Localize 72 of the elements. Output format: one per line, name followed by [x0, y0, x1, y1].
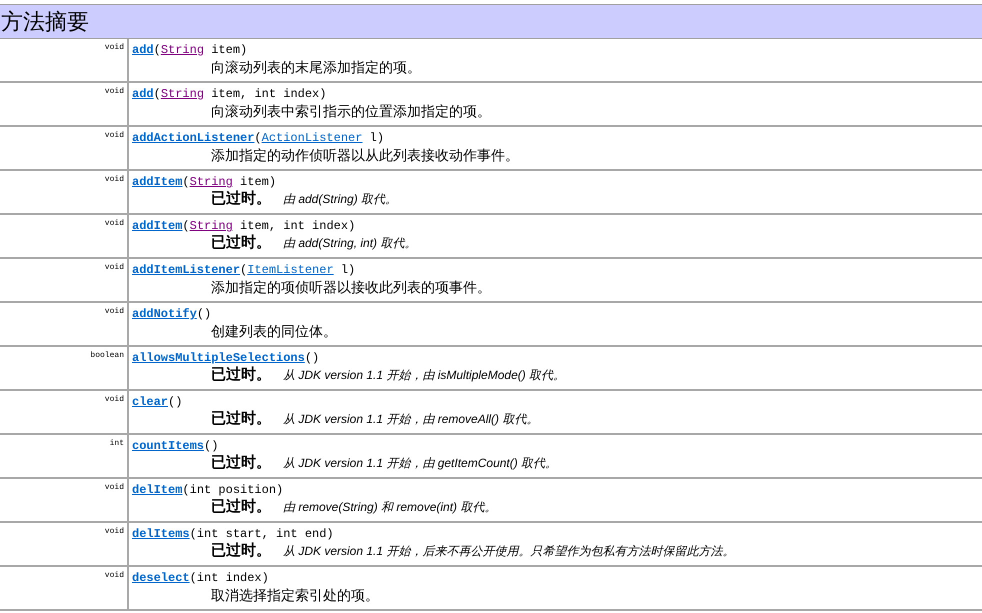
deprecation-note: 由 add(String) 取代。 [283, 191, 398, 208]
parameter-text: l) [340, 262, 356, 278]
return-type: void [104, 527, 124, 538]
return-type: void [104, 483, 124, 494]
deprecated-label: 已过时。 [211, 410, 271, 428]
deprecation-note: 由 add(String, int) 取代。 [283, 235, 416, 252]
return-type: void [104, 175, 124, 186]
return-type: void [104, 219, 124, 230]
parameter-text: ( [254, 130, 262, 146]
parameter-text: item, int index) [210, 86, 326, 102]
deprecation-note: 从 JDK version 1.1 开始，由 removeAll() 取代。 [283, 411, 538, 428]
method-link[interactable]: addItemListener [132, 262, 240, 278]
return-type: void [104, 395, 124, 406]
deprecated-label: 已过时。 [211, 454, 271, 472]
type-link[interactable]: ItemListener [247, 262, 334, 278]
method-link[interactable]: addActionListener [132, 130, 254, 146]
parameter-text: ( [154, 42, 161, 58]
parameter-text: ( [182, 218, 190, 234]
parameter-text: () [196, 306, 212, 322]
section-title: 方法摘要 [0, 8, 89, 36]
method-description: 向滚动列表中索引指示的位置添加指定的项。 [211, 102, 492, 120]
type-link[interactable]: String [160, 42, 204, 58]
method-link[interactable]: clear [132, 394, 168, 410]
parameter-text: ( [240, 262, 248, 278]
return-type: int [110, 439, 124, 450]
method-description: 创建列表的同位体。 [211, 322, 338, 340]
deprecated-label: 已过时。 [211, 234, 271, 252]
parameter-text: () [304, 350, 320, 366]
return-type: void [104, 307, 124, 318]
method-link[interactable]: add [132, 42, 154, 58]
return-type: void [104, 87, 124, 98]
method-link[interactable]: add [132, 86, 154, 102]
method-link[interactable]: delItems [132, 526, 190, 542]
return-type: void [104, 571, 124, 582]
parameter-text: () [204, 438, 218, 454]
type-link[interactable]: String [190, 218, 233, 234]
method-description: 添加指定的动作侦听器以从此列表接收动作事件。 [211, 146, 520, 164]
type-link[interactable]: String [190, 174, 233, 190]
return-type: void [104, 131, 124, 142]
deprecation-note: 从 JDK version 1.1 开始，由 isMultipleMode() 取代。 [283, 367, 566, 384]
parameter-text: (int position) [182, 482, 284, 498]
deprecation-note: 从 JDK version 1.1 开始，后来不再公开使用。只希望作为包私有方法时保留此方法。 [283, 543, 734, 560]
parameter-text: item, int index) [239, 218, 356, 234]
parameter-text: (int start, int end) [190, 526, 334, 542]
deprecation-note: 由 remove(String) 和 remove(int) 取代。 [283, 499, 496, 516]
return-type: void [104, 263, 124, 274]
parameter-text: item) [239, 174, 276, 190]
return-type: void [104, 43, 124, 54]
method-description: 添加指定的项侦听器以接收此列表的项事件。 [211, 278, 492, 296]
type-link[interactable]: String [160, 86, 204, 102]
method-description: 向滚动列表的末尾添加指定的项。 [211, 58, 422, 76]
deprecated-label: 已过时。 [211, 542, 271, 560]
deprecation-note: 从 JDK version 1.1 开始，由 getItemCount() 取代。 [283, 455, 558, 472]
method-link[interactable]: addNotify [132, 306, 197, 322]
method-link[interactable]: addItem [132, 174, 182, 190]
method-link[interactable]: allowsMultipleSelections [132, 350, 305, 366]
return-type: boolean [90, 351, 124, 362]
parameter-text: (int index) [190, 570, 269, 586]
method-link[interactable]: delItem [132, 482, 182, 498]
parameter-text: ( [154, 86, 161, 102]
method-description: 取消选择指定索引处的项。 [211, 586, 380, 604]
deprecated-label: 已过时。 [211, 190, 271, 208]
parameter-text: () [168, 394, 182, 410]
deprecated-label: 已过时。 [211, 498, 271, 516]
type-link[interactable]: ActionListener [262, 130, 362, 146]
parameter-text: ( [182, 174, 190, 190]
parameter-text: item) [210, 42, 248, 58]
parameter-text: l) [368, 130, 384, 146]
method-link[interactable]: addItem [132, 218, 182, 234]
deprecated-label: 已过时。 [211, 366, 271, 384]
method-link[interactable]: countItems [132, 438, 204, 454]
method-link[interactable]: deselect [132, 570, 190, 586]
